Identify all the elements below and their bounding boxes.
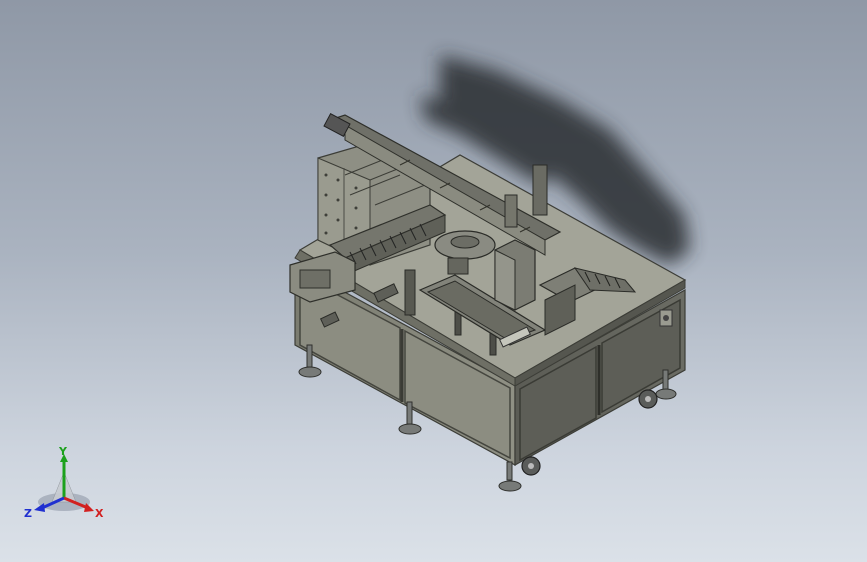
- press-block: [494, 239, 536, 311]
- machine-assembly-model[interactable]: [0, 0, 867, 562]
- graphics-viewport[interactable]: Y X Z: [0, 0, 867, 562]
- orientation-triad: Y X Z: [24, 446, 104, 520]
- y-axis-label: Y: [58, 446, 68, 458]
- x-axis-label: X: [95, 507, 104, 520]
- z-axis-label: Z: [24, 507, 32, 520]
